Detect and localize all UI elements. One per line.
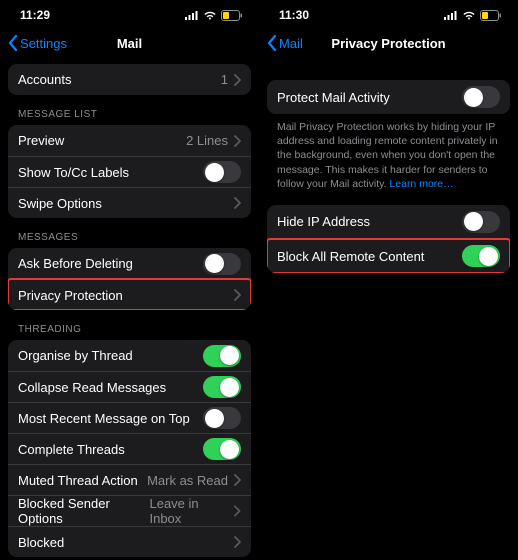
status-bar: 11:30 — [259, 0, 518, 28]
chevron-right-icon — [234, 289, 241, 301]
row-show-tocc[interactable]: Show To/Cc Labels — [8, 156, 251, 187]
screen-privacy-protection: 11:30 Mail Privacy Protection Protect Ma… — [259, 0, 518, 560]
battery-icon — [221, 10, 243, 21]
row-protect-mail-activity[interactable]: Protect Mail Activity — [267, 80, 510, 114]
group-threading: Organise by Thread Collapse Read Message… — [8, 340, 251, 557]
status-time: 11:29 — [20, 8, 50, 22]
signal-icon — [444, 10, 458, 20]
row-label: Complete Threads — [18, 442, 125, 457]
row-label: Muted Thread Action — [18, 473, 138, 488]
screen-mail-settings: 11:29 Settings Mail Accounts 1 MESSAG — [0, 0, 259, 560]
row-label: Ask Before Deleting — [18, 256, 133, 271]
row-privacy-protection[interactable]: Privacy Protection — [8, 279, 251, 310]
battery-icon — [480, 10, 502, 21]
row-label: Most Recent Message on Top — [18, 411, 190, 426]
toggle-show-tocc[interactable] — [203, 161, 241, 183]
row-label: Blocked Sender Options — [18, 496, 149, 526]
row-label: Collapse Read Messages — [18, 380, 166, 395]
wifi-icon — [203, 10, 217, 20]
row-label: Preview — [18, 133, 64, 148]
chevron-right-icon — [234, 197, 241, 209]
chevron-right-icon — [234, 474, 241, 486]
toggle-organise-by-thread[interactable] — [203, 345, 241, 367]
group-messages: Ask Before Deleting Privacy Protection — [8, 248, 251, 310]
row-label: Blocked — [18, 535, 64, 550]
chevron-right-icon — [234, 505, 241, 517]
row-ask-before-deleting[interactable]: Ask Before Deleting — [8, 248, 251, 279]
learn-more-link[interactable]: Learn more… — [389, 178, 453, 190]
footer-text: Mail Privacy Protection works by hiding … — [277, 121, 498, 190]
chevron-right-icon — [234, 536, 241, 548]
row-label: Accounts — [18, 72, 71, 87]
nav-bar: Settings Mail — [0, 28, 259, 58]
section-header-message-list: MESSAGE LIST — [8, 95, 251, 125]
row-blocked-sender-options[interactable]: Blocked Sender Options Leave in Inbox — [8, 495, 251, 526]
toggle-most-recent-top[interactable] — [203, 407, 241, 429]
row-value: Mark as Read — [147, 473, 228, 488]
toggle-block-remote-content[interactable] — [462, 245, 500, 267]
status-bar: 11:29 — [0, 0, 259, 28]
row-label: Privacy Protection — [18, 288, 123, 303]
chevron-right-icon — [234, 74, 241, 86]
toggle-protect-mail-activity[interactable] — [462, 86, 500, 108]
row-hide-ip-address[interactable]: Hide IP Address — [267, 205, 510, 239]
toggle-collapse-read[interactable] — [203, 376, 241, 398]
group-footer-note: Mail Privacy Protection works by hiding … — [267, 114, 510, 191]
chevron-left-icon — [267, 35, 277, 51]
nav-bar: Mail Privacy Protection — [259, 28, 518, 58]
row-label: Swipe Options — [18, 196, 102, 211]
group-message-list: Preview 2 Lines Show To/Cc Labels Swipe … — [8, 125, 251, 218]
toggle-hide-ip-address[interactable] — [462, 211, 500, 233]
row-accounts[interactable]: Accounts 1 — [8, 64, 251, 95]
row-label: Organise by Thread — [18, 348, 133, 363]
back-label: Mail — [279, 36, 303, 51]
back-mail[interactable]: Mail — [267, 35, 303, 51]
group-accounts: Accounts 1 — [8, 64, 251, 95]
row-swipe-options[interactable]: Swipe Options — [8, 187, 251, 218]
row-label: Show To/Cc Labels — [18, 165, 129, 180]
section-header-threading: THREADING — [8, 310, 251, 340]
row-preview[interactable]: Preview 2 Lines — [8, 125, 251, 156]
row-block-remote-content[interactable]: Block All Remote Content — [267, 239, 510, 273]
row-label: Protect Mail Activity — [277, 90, 390, 105]
back-label: Settings — [20, 36, 67, 51]
group-remote-content: Hide IP Address Block All Remote Content — [267, 205, 510, 273]
row-most-recent-top[interactable]: Most Recent Message on Top — [8, 402, 251, 433]
chevron-right-icon — [234, 135, 241, 147]
status-time: 11:30 — [279, 8, 309, 22]
group-protect-activity: Protect Mail Activity — [267, 80, 510, 114]
back-settings[interactable]: Settings — [8, 35, 67, 51]
row-complete-threads[interactable]: Complete Threads — [8, 433, 251, 464]
row-value: 1 — [221, 72, 228, 87]
status-indicators — [444, 10, 502, 21]
row-blocked[interactable]: Blocked — [8, 526, 251, 557]
row-collapse-read[interactable]: Collapse Read Messages — [8, 371, 251, 402]
toggle-complete-threads[interactable] — [203, 438, 241, 460]
signal-icon — [185, 10, 199, 20]
row-value: Leave in Inbox — [149, 496, 228, 526]
status-indicators — [185, 10, 243, 21]
row-organise-by-thread[interactable]: Organise by Thread — [8, 340, 251, 371]
row-muted-thread-action[interactable]: Muted Thread Action Mark as Read — [8, 464, 251, 495]
chevron-left-icon — [8, 35, 18, 51]
section-header-messages: MESSAGES — [8, 218, 251, 248]
row-label: Hide IP Address — [277, 214, 370, 229]
wifi-icon — [462, 10, 476, 20]
row-value: 2 Lines — [186, 133, 228, 148]
row-label: Block All Remote Content — [277, 249, 424, 264]
toggle-ask-before-deleting[interactable] — [203, 253, 241, 275]
